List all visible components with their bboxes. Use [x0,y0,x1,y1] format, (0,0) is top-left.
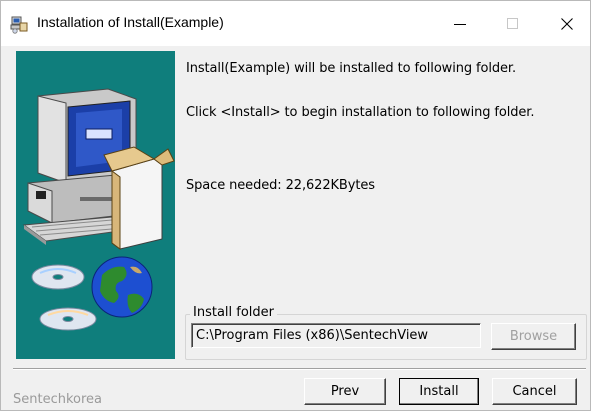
prev-button[interactable]: Prev [304,378,386,405]
maximize-icon [507,17,518,29]
footer-divider [13,368,586,370]
minimize-icon [454,23,466,25]
install-instruction-message: Click <Install> to begin installation to… [186,105,535,120]
installer-window: Installation of Install(Example) Install… [0,0,591,411]
minimize-button[interactable] [437,1,483,46]
window-title: Installation of Install(Example) [37,14,224,30]
cancel-button[interactable]: Cancel [492,378,577,405]
close-icon [561,17,573,30]
install-folder-label: Install folder [190,305,278,320]
installer-artwork [16,51,175,359]
install-target-message: Install(Example) will be installed to fo… [186,61,517,76]
browse-button[interactable]: Browse [491,323,576,350]
computer-and-globe-illustration [22,88,175,331]
install-button[interactable]: Install [399,378,479,405]
close-button[interactable] [544,1,590,46]
title-bar[interactable]: Installation of Install(Example) [1,1,590,46]
install-path-field[interactable]: C:\Program Files (x86)\SentechView [191,323,481,348]
maximize-button[interactable] [490,1,536,46]
installer-icon [9,14,29,34]
brand-label: Sentechkorea [13,392,103,407]
space-needed-text: Space needed: 22,622KBytes [186,178,375,193]
